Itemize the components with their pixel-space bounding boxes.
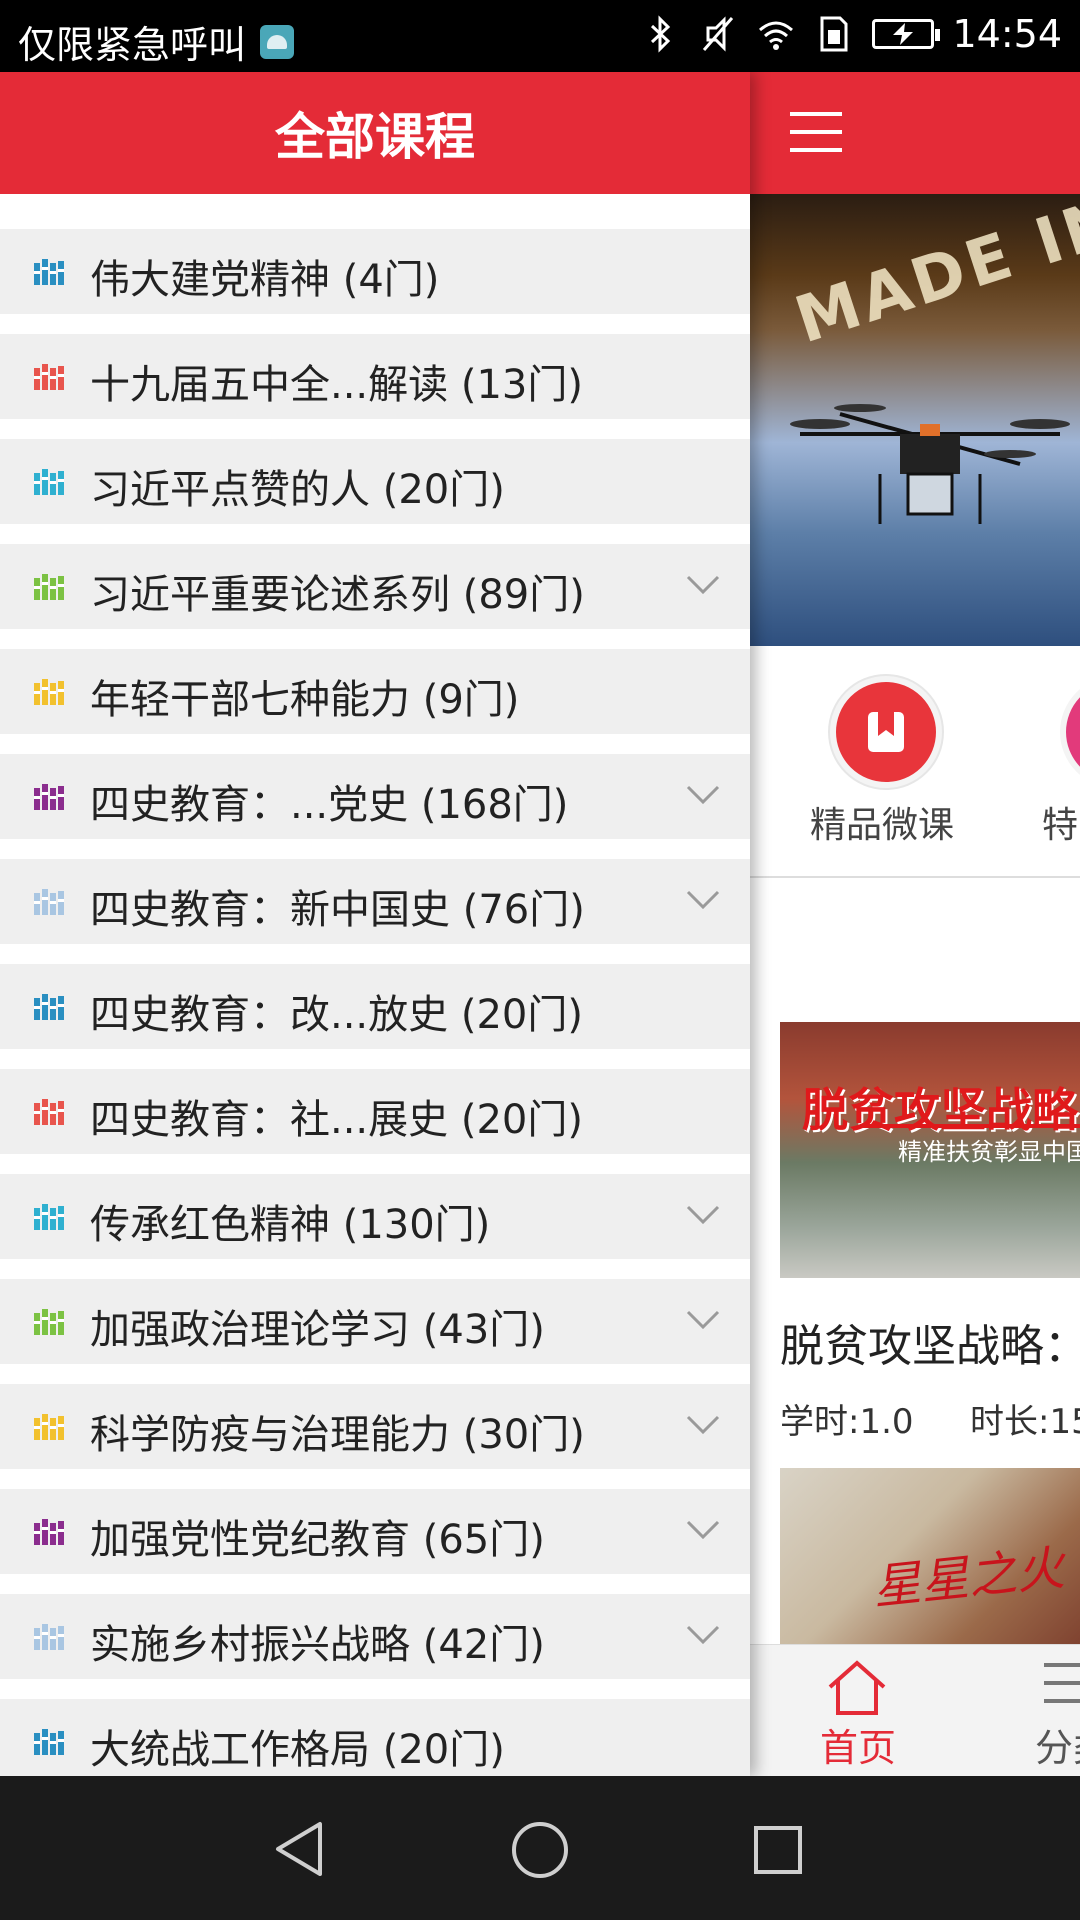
category-item[interactable]: 四史教育：社...展史 (20门): [0, 1069, 750, 1154]
category-item-label: 实施乡村振兴战略 (42门): [90, 1622, 545, 1668]
system-nav-bar: [0, 1776, 1080, 1920]
category-item-label: 年轻干部七种能力 (9门): [90, 677, 520, 723]
category-item-label: 四史教育：社...展史 (20门): [90, 1097, 583, 1143]
quick-nav-special[interactable]: [1060, 676, 1080, 788]
course-thumbnail-subtitle: 精准扶贫彰显中国: [898, 1138, 1080, 1166]
chevron-down-icon[interactable]: [686, 1204, 720, 1226]
books-icon: [34, 1519, 64, 1545]
category-item-label: 伟大建党精神 (4门): [90, 257, 440, 303]
books-icon: [34, 1309, 64, 1335]
recent-apps-icon[interactable]: [752, 1824, 804, 1876]
category-item[interactable]: 年轻干部七种能力 (9门): [0, 649, 750, 734]
category-item-label: 传承红色精神 (130门): [90, 1202, 491, 1248]
chevron-down-icon[interactable]: [686, 1519, 720, 1541]
category-item-label: 习近平点赞的人 (20门): [90, 467, 505, 513]
mute-icon: [703, 16, 734, 52]
bluetooth-icon: [651, 15, 671, 53]
course-thumbnail-2-text: 星星之火: [870, 1540, 1067, 1616]
tab-home[interactable]: 首页: [820, 1717, 896, 1772]
category-item-label: 习近平重要论述系列 (89门): [90, 572, 585, 618]
category-item[interactable]: 习近平重要论述系列 (89门): [0, 544, 750, 629]
books-icon: [34, 1099, 64, 1125]
category-item[interactable]: 加强党性党纪教育 (65门): [0, 1489, 750, 1574]
status-right: 14:54: [640, 12, 1062, 56]
back-icon[interactable]: [272, 1820, 328, 1878]
carrier-text: 仅限紧急呼叫: [18, 23, 247, 67]
quick-nav: 精品微课 特: [750, 646, 1080, 878]
books-icon: [34, 679, 64, 705]
thumbnail-divider: [860, 1124, 1080, 1128]
category-item[interactable]: 实施乡村振兴战略 (42门): [0, 1594, 750, 1679]
books-icon: [34, 889, 64, 915]
books-icon: [34, 364, 64, 390]
course-duration: 时长:15: [970, 1402, 1080, 1442]
category-item[interactable]: 加强政治理论学习 (43门): [0, 1279, 750, 1364]
course-title[interactable]: 脱贫攻坚战略：: [780, 1310, 1080, 1374]
status-bar: 仅限紧急呼叫 14:54: [0, 0, 1080, 72]
quick-nav-featured[interactable]: [830, 676, 942, 788]
books-icon: [34, 259, 64, 285]
category-item[interactable]: 传承红色精神 (130门): [0, 1174, 750, 1259]
books-icon: [34, 1204, 64, 1230]
chevron-down-icon[interactable]: [686, 574, 720, 596]
category-item[interactable]: 四史教育：新中国史 (76门): [0, 859, 750, 944]
drawer-title: 全部课程: [275, 108, 475, 166]
category-item-label: 加强党性党纪教育 (65门): [90, 1517, 545, 1563]
chevron-down-icon[interactable]: [686, 784, 720, 806]
category-item-label: 大统战工作格局 (20门): [90, 1727, 505, 1773]
home-icon[interactable]: [826, 1659, 888, 1717]
chevron-down-icon[interactable]: [686, 1624, 720, 1646]
books-icon: [34, 994, 64, 1020]
books-icon: [34, 1729, 64, 1755]
clock: 14:54: [952, 12, 1062, 56]
course-credits: 学时:1.0: [780, 1402, 914, 1442]
status-left: 仅限紧急呼叫: [18, 14, 295, 69]
books-icon: [34, 1624, 64, 1650]
drawer-header: 全部课程: [0, 72, 750, 194]
category-icon[interactable]: [1040, 1659, 1080, 1709]
home-header: [750, 72, 1080, 194]
banner-image[interactable]: MADE IN: [750, 194, 1080, 646]
category-item-label: 十九届五中全...解读 (13门): [90, 362, 583, 408]
course-thumbnail-title: 脱贫攻坚战略: [802, 1083, 1078, 1137]
drone-illustration: [790, 404, 1070, 524]
sim-icon: [820, 16, 848, 52]
battery-charging-icon: [872, 19, 941, 49]
category-item[interactable]: 科学防疫与治理能力 (30门): [0, 1384, 750, 1469]
category-item[interactable]: 十九届五中全...解读 (13门): [0, 334, 750, 419]
tab-category[interactable]: 分类: [1035, 1717, 1080, 1772]
books-icon: [34, 1414, 64, 1440]
category-item[interactable]: 伟大建党精神 (4门): [0, 229, 750, 314]
category-item-label: 四史教育：...党史 (168门): [90, 782, 569, 828]
course-thumbnail[interactable]: 脱贫攻坚战略 精准扶贫彰显中国: [780, 1022, 1080, 1278]
quick-nav-featured-label: 精品微课: [810, 805, 955, 846]
android-notification-icon: [260, 24, 295, 59]
category-item[interactable]: 四史教育：改...放史 (20门): [0, 964, 750, 1049]
category-item-label: 四史教育：新中国史 (76门): [90, 887, 585, 933]
books-icon: [34, 469, 64, 495]
chevron-down-icon[interactable]: [686, 1414, 720, 1436]
bookmark-book-icon: [868, 712, 904, 752]
category-item[interactable]: 习近平点赞的人 (20门): [0, 439, 750, 524]
books-icon: [34, 574, 64, 600]
wifi-icon: [759, 21, 794, 50]
category-item[interactable]: 四史教育：...党史 (168门): [0, 754, 750, 839]
chevron-down-icon[interactable]: [686, 889, 720, 911]
category-item[interactable]: 大统战工作格局 (20门): [0, 1699, 750, 1784]
course-thumbnail-2[interactable]: 星星之火: [780, 1468, 1080, 1648]
tab-bar: 首页 分类: [750, 1644, 1080, 1776]
category-item-label: 加强政治理论学习 (43门): [90, 1307, 545, 1353]
category-item-label: 科学防疫与治理能力 (30门): [90, 1412, 585, 1458]
banner-text: MADE IN: [786, 194, 1080, 359]
menu-icon[interactable]: [790, 108, 842, 156]
home-circle-icon[interactable]: [510, 1820, 570, 1880]
category-item-label: 四史教育：改...放史 (20门): [90, 992, 583, 1038]
quick-nav-special-label: 特: [1042, 805, 1079, 846]
chevron-down-icon[interactable]: [686, 1309, 720, 1331]
books-icon: [34, 784, 64, 810]
home-page: MADE IN 精品微课 特 脱贫攻坚战略 精准扶贫彰显中国 脱贫攻坚战略： 学…: [750, 72, 1080, 1776]
course-drawer: 全部课程 伟大建党精神 (4门) 十九届五中全...解读 (13门) 习近平点赞的人…: [0, 72, 750, 1784]
